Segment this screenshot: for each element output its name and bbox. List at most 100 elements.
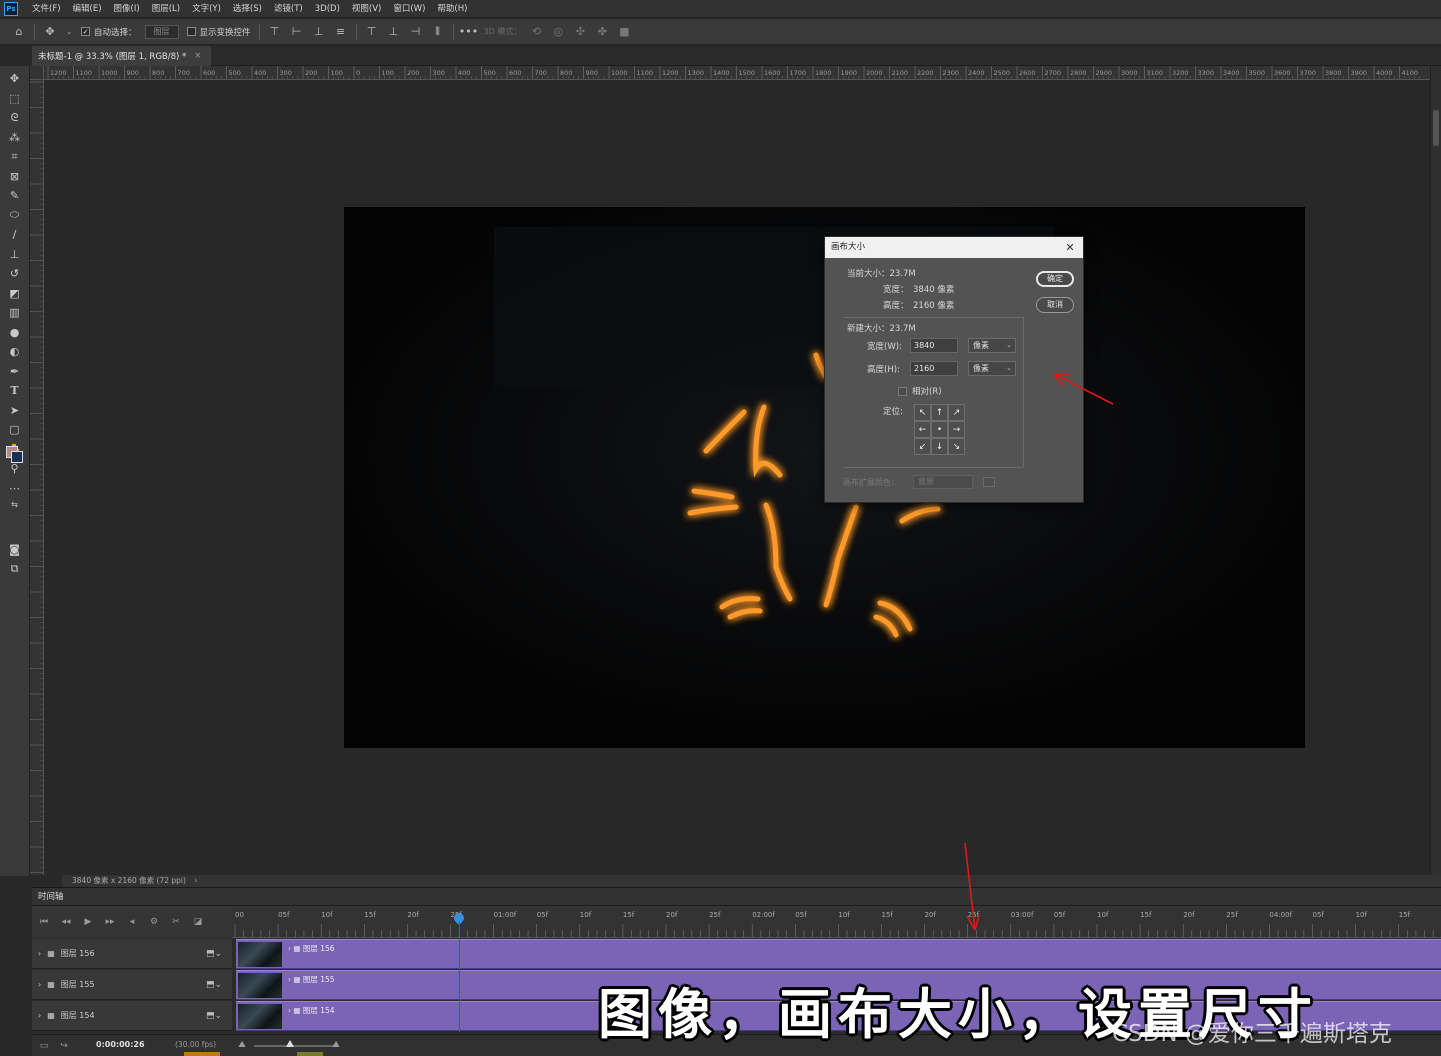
anchor-top-left-icon[interactable]: ↖ [914, 404, 931, 421]
status-menu-arrow-icon[interactable]: › [194, 876, 197, 885]
history-brush-tool-icon[interactable]: ↺ [6, 264, 24, 284]
more-options-icon[interactable]: ••• [459, 25, 478, 39]
close-icon[interactable]: ✕ [1063, 237, 1077, 258]
3d-camera-icon[interactable]: ■ [617, 25, 631, 39]
anchor-top-icon[interactable]: ↑ [931, 404, 948, 421]
anchor-top-right-icon[interactable]: ↗ [948, 404, 965, 421]
width-input[interactable]: 3840 [910, 338, 958, 353]
height-unit-select[interactable]: 像素 ⌄ [968, 361, 1016, 376]
align-right-icon[interactable]: ⊣ [409, 25, 423, 39]
relative-checkbox[interactable]: 相对(R) [898, 385, 942, 397]
anchor-bottom-left-icon[interactable]: ↙ [914, 438, 931, 455]
extension-color-select[interactable]: 背景 [913, 475, 973, 489]
edit-toolbar-icon[interactable]: ⋯ [6, 479, 24, 499]
background-color-swatch[interactable] [11, 451, 23, 463]
extension-color-swatch[interactable] [983, 477, 995, 487]
render-video-icon[interactable]: ↪ [58, 1040, 70, 1052]
checkbox-unchecked-icon[interactable] [898, 386, 907, 396]
scrollbar-thumb[interactable] [1433, 110, 1439, 146]
align-left-icon[interactable]: ⊤ [365, 25, 379, 39]
track-label[interactable]: › ▦ 图层 156 ⬒⌄ [32, 939, 232, 969]
previous-frame-icon[interactable]: ◂◂ [60, 916, 72, 928]
track-label[interactable]: › ▦ 图层 155 ⬒⌄ [32, 970, 232, 1000]
settings-icon[interactable]: ⚙ [148, 916, 160, 928]
eraser-tool-icon[interactable]: ◩ [6, 284, 24, 304]
distribute-icon[interactable]: ≡ [334, 25, 348, 39]
zoom-in-icon[interactable]: ⛰ [330, 1039, 342, 1051]
menu-select[interactable]: 选择(S) [227, 0, 268, 18]
crop-tool-icon[interactable]: ⌗ [6, 147, 24, 167]
expand-chevron-icon[interactable]: › [38, 949, 41, 958]
menu-type[interactable]: 文字(Y) [186, 0, 227, 18]
track-options-icon[interactable]: ⬒⌄ [206, 949, 222, 959]
dodge-tool-icon[interactable]: ◐ [6, 342, 24, 362]
gradient-tool-icon[interactable]: ▥ [6, 303, 24, 323]
menu-edit[interactable]: 编辑(E) [67, 0, 108, 18]
width-unit-select[interactable]: 像素 ⌄ [968, 338, 1016, 353]
screen-mode-icon[interactable]: ⧉ [6, 560, 24, 580]
distribute-horizontal-icon[interactable]: ⦀ [431, 25, 445, 39]
zoom-out-icon[interactable]: ⛰ [236, 1039, 248, 1051]
work-area-bar[interactable] [297, 1052, 323, 1056]
checkbox-checked-icon[interactable]: ✓ [81, 27, 90, 36]
show-transform-checkbox[interactable]: 显示变换控件 [186, 26, 251, 38]
align-vcenter-icon[interactable]: ⊢ [290, 25, 304, 39]
healing-brush-tool-icon[interactable]: ⬭ [6, 206, 24, 226]
menu-filter[interactable]: 滤镜(T) [268, 0, 309, 18]
anchor-bottom-right-icon[interactable]: ↘ [948, 438, 965, 455]
align-bottom-icon[interactable]: ⊥ [312, 25, 326, 39]
track-label[interactable]: › ▦ 图层 154 ⬒⌄ [32, 1001, 232, 1031]
anchor-bottom-icon[interactable]: ↓ [931, 438, 948, 455]
cancel-button[interactable]: 取消 [1036, 297, 1074, 313]
canvas-area[interactable] [44, 80, 1430, 875]
auto-select-checkbox[interactable]: ✓ 自动选择： [81, 26, 137, 38]
3d-orbit-icon[interactable]: ⟲ [529, 25, 543, 39]
pen-tool-icon[interactable]: ✒ [6, 362, 24, 382]
chevron-down-icon[interactable]: ⌄ [65, 25, 73, 39]
3d-slide-icon[interactable]: ✤ [595, 25, 609, 39]
blur-tool-icon[interactable]: ● [6, 323, 24, 343]
align-hcenter-icon[interactable]: ⊥ [387, 25, 401, 39]
menu-3d[interactable]: 3D(D) [309, 0, 346, 18]
dialog-title-bar[interactable]: 画布大小 ✕ [825, 237, 1083, 258]
audio-icon[interactable]: ◂ [126, 916, 138, 928]
timeline-ruler[interactable]: 00 05f 10f 15f 20f 25f 01:00f 05f 10f 15f 20f 25f 02… [232, 906, 1441, 938]
3d-roll-icon[interactable]: ◎ [551, 25, 565, 39]
zoom-slider[interactable] [254, 1045, 334, 1047]
lasso-tool-icon[interactable]: ᘓ [6, 108, 24, 128]
video-clip[interactable]: › ▦ 图层 156 [236, 939, 1441, 969]
clone-stamp-tool-icon[interactable]: ⊥ [6, 245, 24, 265]
shape-tool-icon[interactable]: ▢ [6, 420, 24, 440]
menu-help[interactable]: 帮助(H) [431, 0, 473, 18]
split-clip-icon[interactable]: ✂ [170, 916, 182, 928]
transition-icon[interactable]: ◪ [192, 916, 204, 928]
frame-tool-icon[interactable]: ⊠ [6, 167, 24, 187]
go-to-first-frame-icon[interactable]: ⏮ [38, 916, 50, 928]
move-tool-icon[interactable]: ✥ [43, 25, 57, 39]
path-selection-tool-icon[interactable]: ➤ [6, 401, 24, 421]
track-options-icon[interactable]: ⬒⌄ [206, 980, 222, 990]
magic-wand-tool-icon[interactable]: ⁂ [6, 128, 24, 148]
move-tool-icon[interactable]: ✥ [6, 69, 24, 89]
home-icon[interactable]: ⌂ [12, 25, 26, 39]
zoom-slider-knob[interactable] [286, 1040, 294, 1047]
height-input[interactable]: 2160 [910, 361, 958, 376]
menu-image[interactable]: 图像(I) [108, 0, 146, 18]
swap-colors-icon[interactable]: ⇆ [6, 498, 24, 510]
align-top-icon[interactable]: ⊤ [268, 25, 282, 39]
quick-mask-icon[interactable]: ◙ [6, 540, 24, 560]
play-icon[interactable]: ▶ [82, 916, 94, 928]
document-tab[interactable]: 未标题-1 @ 33.3% (图层 1, RGB/8) * × [32, 46, 212, 66]
work-area-bar[interactable] [184, 1052, 220, 1056]
marquee-tool-icon[interactable]: ⬚ [6, 89, 24, 109]
anchor-center-icon[interactable]: • [931, 421, 948, 438]
type-tool-icon[interactable]: T [6, 381, 24, 401]
anchor-grid[interactable]: ↖ ↑ ↗ ← • → ↙ ↓ ↘ [914, 404, 966, 455]
track-options-icon[interactable]: ⬒⌄ [206, 1011, 222, 1021]
next-frame-icon[interactable]: ▸▸ [104, 916, 116, 928]
brush-tool-icon[interactable]: ∕ [6, 225, 24, 245]
menu-file[interactable]: 文件(F) [26, 0, 67, 18]
menu-view[interactable]: 视图(V) [346, 0, 387, 18]
close-icon[interactable]: × [194, 51, 201, 61]
eyedropper-tool-icon[interactable]: ✎ [6, 186, 24, 206]
